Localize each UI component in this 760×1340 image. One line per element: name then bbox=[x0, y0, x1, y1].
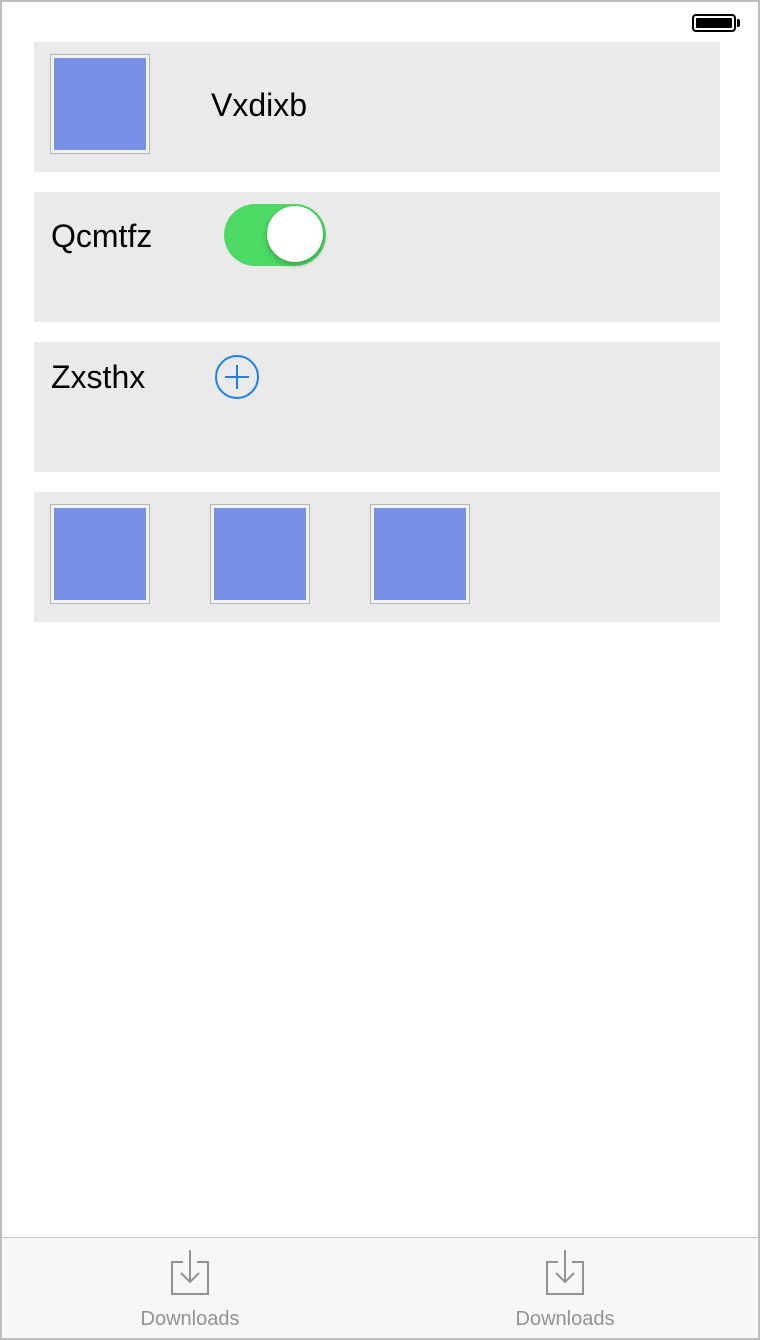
image-thumbnail-1[interactable] bbox=[50, 504, 150, 604]
image-thumbnail-3[interactable] bbox=[370, 504, 470, 604]
image-thumbnail[interactable] bbox=[50, 54, 150, 154]
toggle-row: Qcmtfz bbox=[34, 192, 720, 322]
image-strip-row bbox=[34, 492, 720, 622]
tab-label: Downloads bbox=[515, 1308, 615, 1330]
download-tray-icon bbox=[171, 1250, 209, 1295]
image-label-row: Vxdixb bbox=[34, 42, 720, 172]
add-button[interactable] bbox=[214, 354, 260, 400]
toggle-knob bbox=[267, 206, 323, 262]
toggle-label: Qcmtfz bbox=[51, 218, 153, 254]
add-row: Zxsthx bbox=[34, 342, 720, 472]
battery-icon bbox=[692, 14, 740, 32]
tab-downloads-1[interactable]: Downloads bbox=[90, 1238, 290, 1338]
tab-bar: Downloads Downloads bbox=[2, 1237, 758, 1338]
download-tray-icon bbox=[546, 1250, 584, 1295]
image-thumbnail-2[interactable] bbox=[210, 504, 310, 604]
app-screen: Vxdixb Qcmtfz Zxsthx Downloads Downloads bbox=[0, 0, 760, 1340]
row-label: Vxdixb bbox=[211, 87, 308, 123]
tab-label: Downloads bbox=[140, 1308, 240, 1330]
tab-downloads-2[interactable]: Downloads bbox=[465, 1238, 665, 1338]
toggle-switch[interactable] bbox=[224, 204, 326, 266]
add-row-label: Zxsthx bbox=[51, 359, 146, 395]
plus-circle-icon bbox=[215, 355, 259, 399]
